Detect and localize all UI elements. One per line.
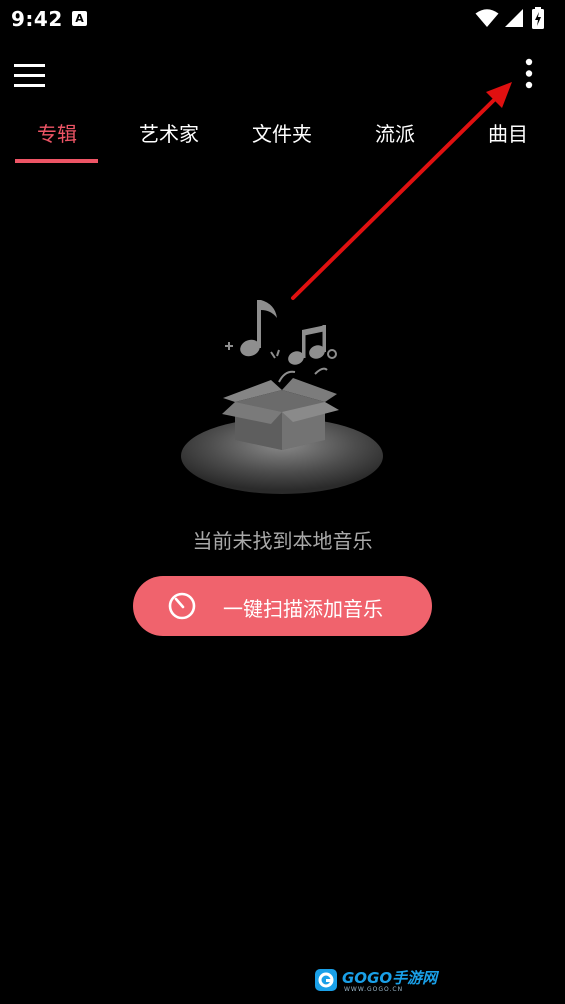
scan-clock-icon	[168, 592, 196, 620]
scan-button-label: 一键扫描添加音乐	[223, 597, 383, 621]
gogo-logo-icon	[315, 969, 337, 991]
tab-tracks[interactable]: 曲目	[488, 118, 528, 158]
status-icons	[475, 6, 555, 30]
watermark-text: GOGO手游网	[342, 969, 438, 987]
more-options-button[interactable]	[512, 54, 546, 94]
status-bar: 9:42 A	[0, 0, 565, 38]
toolbar	[0, 40, 565, 110]
tab-bar: 专辑 艺术家 文件夹 流派 曲目	[0, 108, 565, 168]
signal-icon	[505, 9, 523, 27]
scan-add-music-button[interactable]: 一键扫描添加音乐	[133, 576, 432, 636]
watermark-subtext: WWW.GOGO.CN	[344, 986, 404, 993]
tab-indicator	[15, 159, 98, 163]
empty-state-message: 当前未找到本地音乐	[192, 529, 373, 553]
watermark: GOGO手游网 WWW.GOGO.CN	[314, 964, 437, 998]
wifi-icon	[475, 9, 499, 27]
battery-charging-icon	[532, 7, 544, 29]
tab-albums[interactable]: 专辑	[37, 118, 77, 158]
more-vertical-icon	[525, 58, 533, 89]
tab-folders[interactable]: 文件夹	[252, 118, 312, 158]
app-notification-icon: A	[72, 11, 87, 26]
tab-artists[interactable]: 艺术家	[139, 118, 199, 158]
hamburger-menu-icon	[14, 64, 45, 87]
music-box-illustration	[175, 290, 390, 500]
tab-genres[interactable]: 流派	[375, 118, 415, 158]
status-time: 9:42	[11, 7, 63, 31]
menu-button[interactable]	[10, 55, 50, 95]
